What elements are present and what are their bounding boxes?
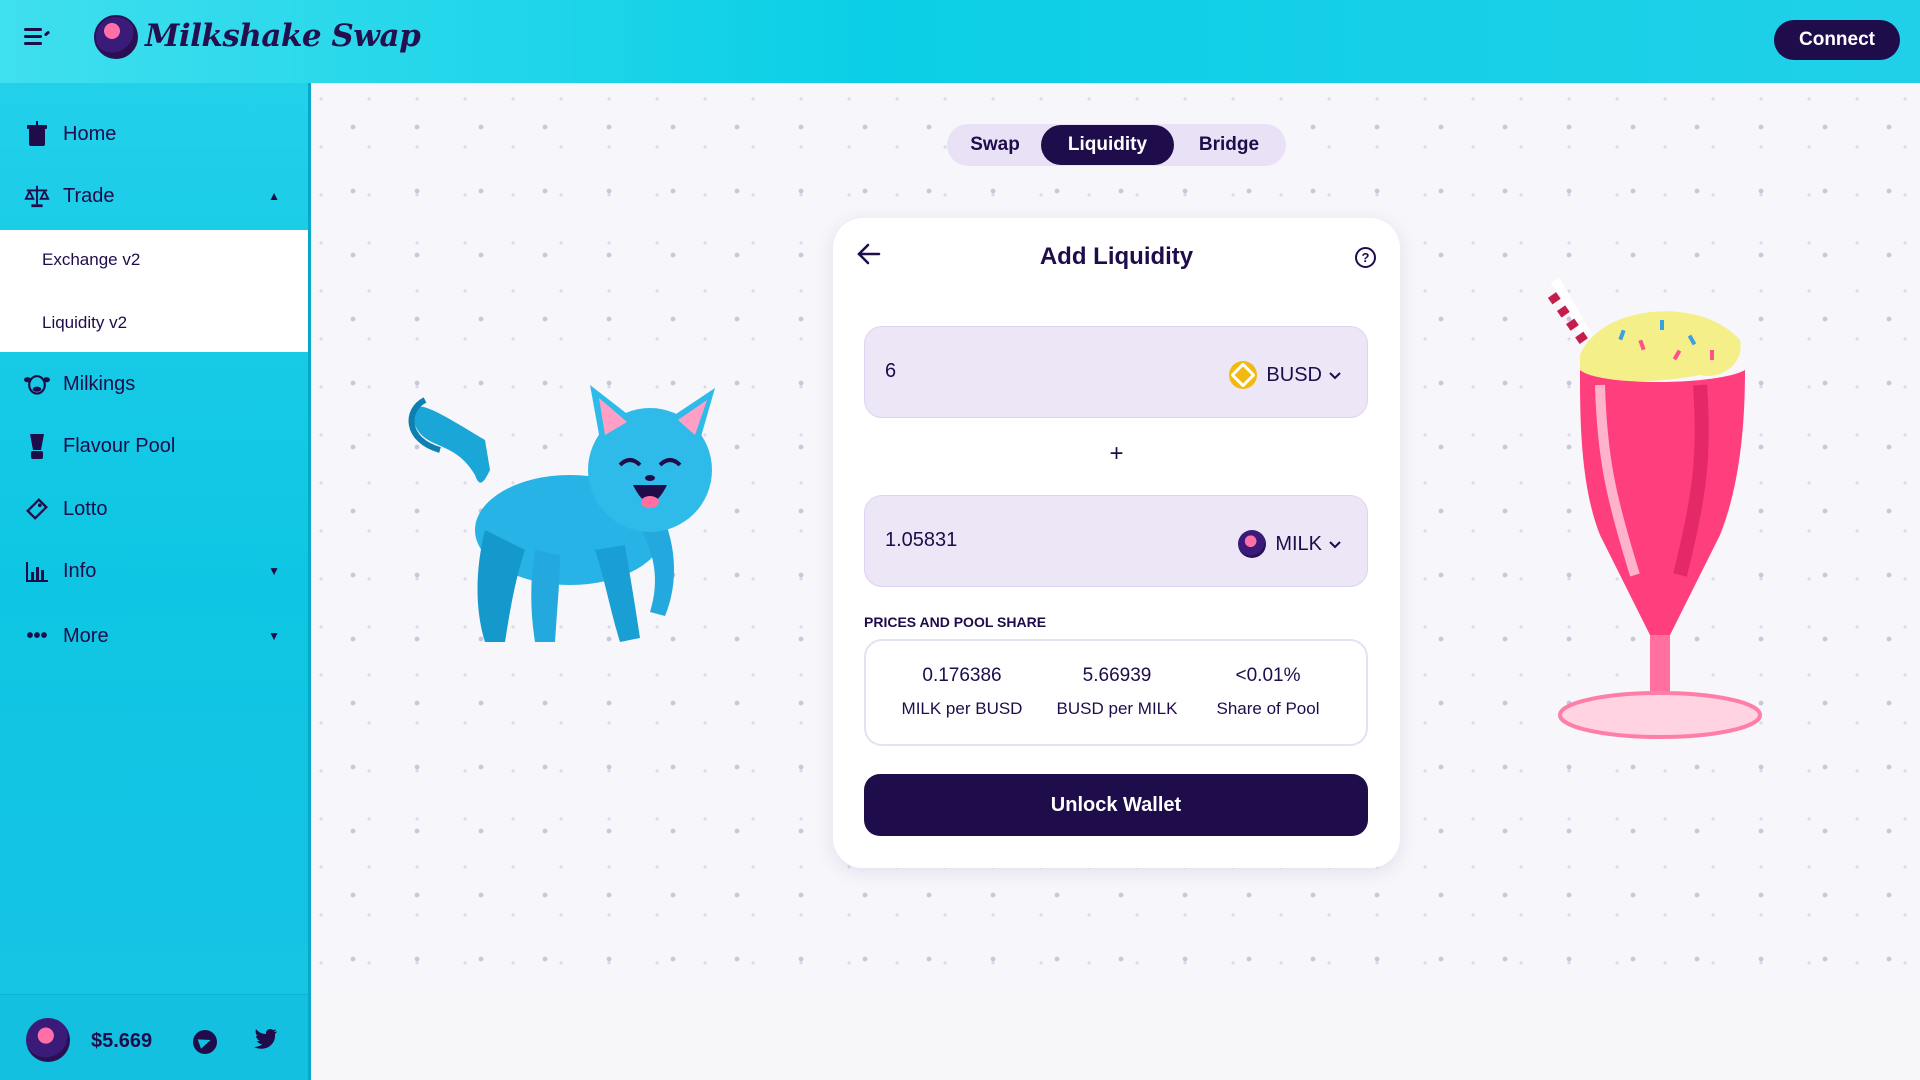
- sidebar-item-label: Flavour Pool: [63, 434, 176, 457]
- bar-chart-icon: [24, 558, 50, 584]
- token-a-input-panel: BUSD: [864, 326, 1368, 418]
- submenu-item-liquidity[interactable]: Liquidity v2: [42, 313, 127, 333]
- price-label: BUSD per MILK: [1056, 699, 1178, 718]
- sidebar-item-label: Home: [63, 122, 117, 145]
- milk-token-icon: [26, 1018, 70, 1062]
- help-icon[interactable]: ?: [1355, 247, 1376, 268]
- milk-price: $5.669: [91, 1030, 153, 1052]
- unlock-wallet-button[interactable]: Unlock Wallet: [864, 774, 1368, 836]
- sidebar-item-label: Trade: [63, 184, 115, 207]
- price-busd-per-milk: 5.66939 BUSD per MILK: [1042, 665, 1192, 719]
- ticket-icon: [24, 496, 50, 522]
- sidebar: Home Trade ▲ Exchange v2 Liquidity v2 Mi…: [0, 83, 311, 1080]
- sidebar-item-lotto[interactable]: Lotto: [0, 483, 308, 535]
- telegram-icon[interactable]: [193, 1030, 217, 1054]
- price-label: Share of Pool: [1216, 699, 1320, 718]
- more-icon: •••: [26, 624, 48, 647]
- cat-illustration: [408, 385, 715, 642]
- price-milk-per-busd: 0.176386 MILK per BUSD: [887, 665, 1037, 719]
- price-value: 5.66939: [1082, 665, 1152, 686]
- tab-liquidity[interactable]: Liquidity: [1041, 125, 1174, 165]
- sidebar-item-label: Info: [63, 559, 97, 582]
- cow-icon: [24, 371, 50, 397]
- caret-down-icon[interactable]: ▼: [268, 629, 280, 643]
- sidebar-item-label: More: [63, 624, 109, 647]
- share-of-pool: <0.01% Share of Pool: [1193, 665, 1343, 719]
- tab-swap[interactable]: Swap: [949, 125, 1041, 165]
- milkshake-illustration: [1547, 277, 1762, 739]
- top-header: Milkshake Swap Connect: [0, 0, 1920, 83]
- menu-toggle-icon[interactable]: [24, 26, 51, 48]
- add-liquidity-card: Add Liquidity ? BUSD + MILK PRICES AND P…: [833, 218, 1400, 868]
- token-a-amount-input[interactable]: [885, 360, 1185, 383]
- sidebar-footer: $5.669: [0, 994, 308, 1080]
- cup-icon: [24, 121, 50, 147]
- scale-icon: [24, 183, 50, 209]
- caret-up-icon[interactable]: ▲: [268, 189, 280, 203]
- sidebar-item-flavour-pool[interactable]: Flavour Pool: [0, 420, 308, 472]
- card-title: Add Liquidity: [1039, 243, 1194, 270]
- token-b-symbol: MILK: [1275, 532, 1322, 555]
- token-b-selector[interactable]: MILK: [1238, 530, 1341, 558]
- busd-icon: [1229, 361, 1258, 389]
- token-b-amount-input[interactable]: [885, 529, 1185, 552]
- sidebar-item-info[interactable]: Info ▼: [0, 545, 308, 597]
- token-b-input-panel: MILK: [864, 495, 1368, 587]
- price-label: MILK per BUSD: [901, 699, 1023, 718]
- caret-down-icon[interactable]: ▼: [268, 564, 280, 578]
- milk-token-icon: [1238, 530, 1267, 558]
- sidebar-item-label: Lotto: [63, 497, 108, 520]
- blender-icon: [24, 433, 50, 459]
- prices-section-label: PRICES AND POOL SHARE: [864, 614, 1047, 630]
- connect-button[interactable]: Connect: [1774, 20, 1900, 60]
- plus-icon: +: [1109, 440, 1124, 467]
- tab-bridge[interactable]: Bridge: [1174, 125, 1284, 165]
- token-a-selector[interactable]: BUSD: [1229, 361, 1341, 389]
- sidebar-item-home[interactable]: Home: [0, 108, 308, 160]
- price-value: <0.01%: [1235, 665, 1301, 686]
- app-name[interactable]: Milkshake Swap: [145, 18, 421, 54]
- logo-icon[interactable]: [94, 15, 138, 59]
- token-a-symbol: BUSD: [1266, 363, 1322, 386]
- chevron-down-icon: [1329, 367, 1341, 383]
- bottom-strip: [311, 991, 1920, 1080]
- sidebar-item-more[interactable]: ••• More ▼: [0, 610, 308, 662]
- submenu-item-exchange[interactable]: Exchange v2: [42, 250, 140, 270]
- sidebar-item-milkings[interactable]: Milkings: [0, 358, 308, 410]
- chevron-down-icon: [1329, 536, 1341, 552]
- prices-box: 0.176386 MILK per BUSD 5.66939 BUSD per …: [864, 639, 1368, 746]
- twitter-icon[interactable]: [254, 1028, 278, 1056]
- sidebar-item-label: Milkings: [63, 372, 136, 395]
- sidebar-item-trade[interactable]: Trade ▲: [0, 170, 308, 222]
- mode-tabs: Swap Liquidity Bridge: [947, 124, 1286, 166]
- price-value: 0.176386: [922, 665, 1002, 686]
- trade-submenu: Exchange v2 Liquidity v2: [0, 230, 308, 352]
